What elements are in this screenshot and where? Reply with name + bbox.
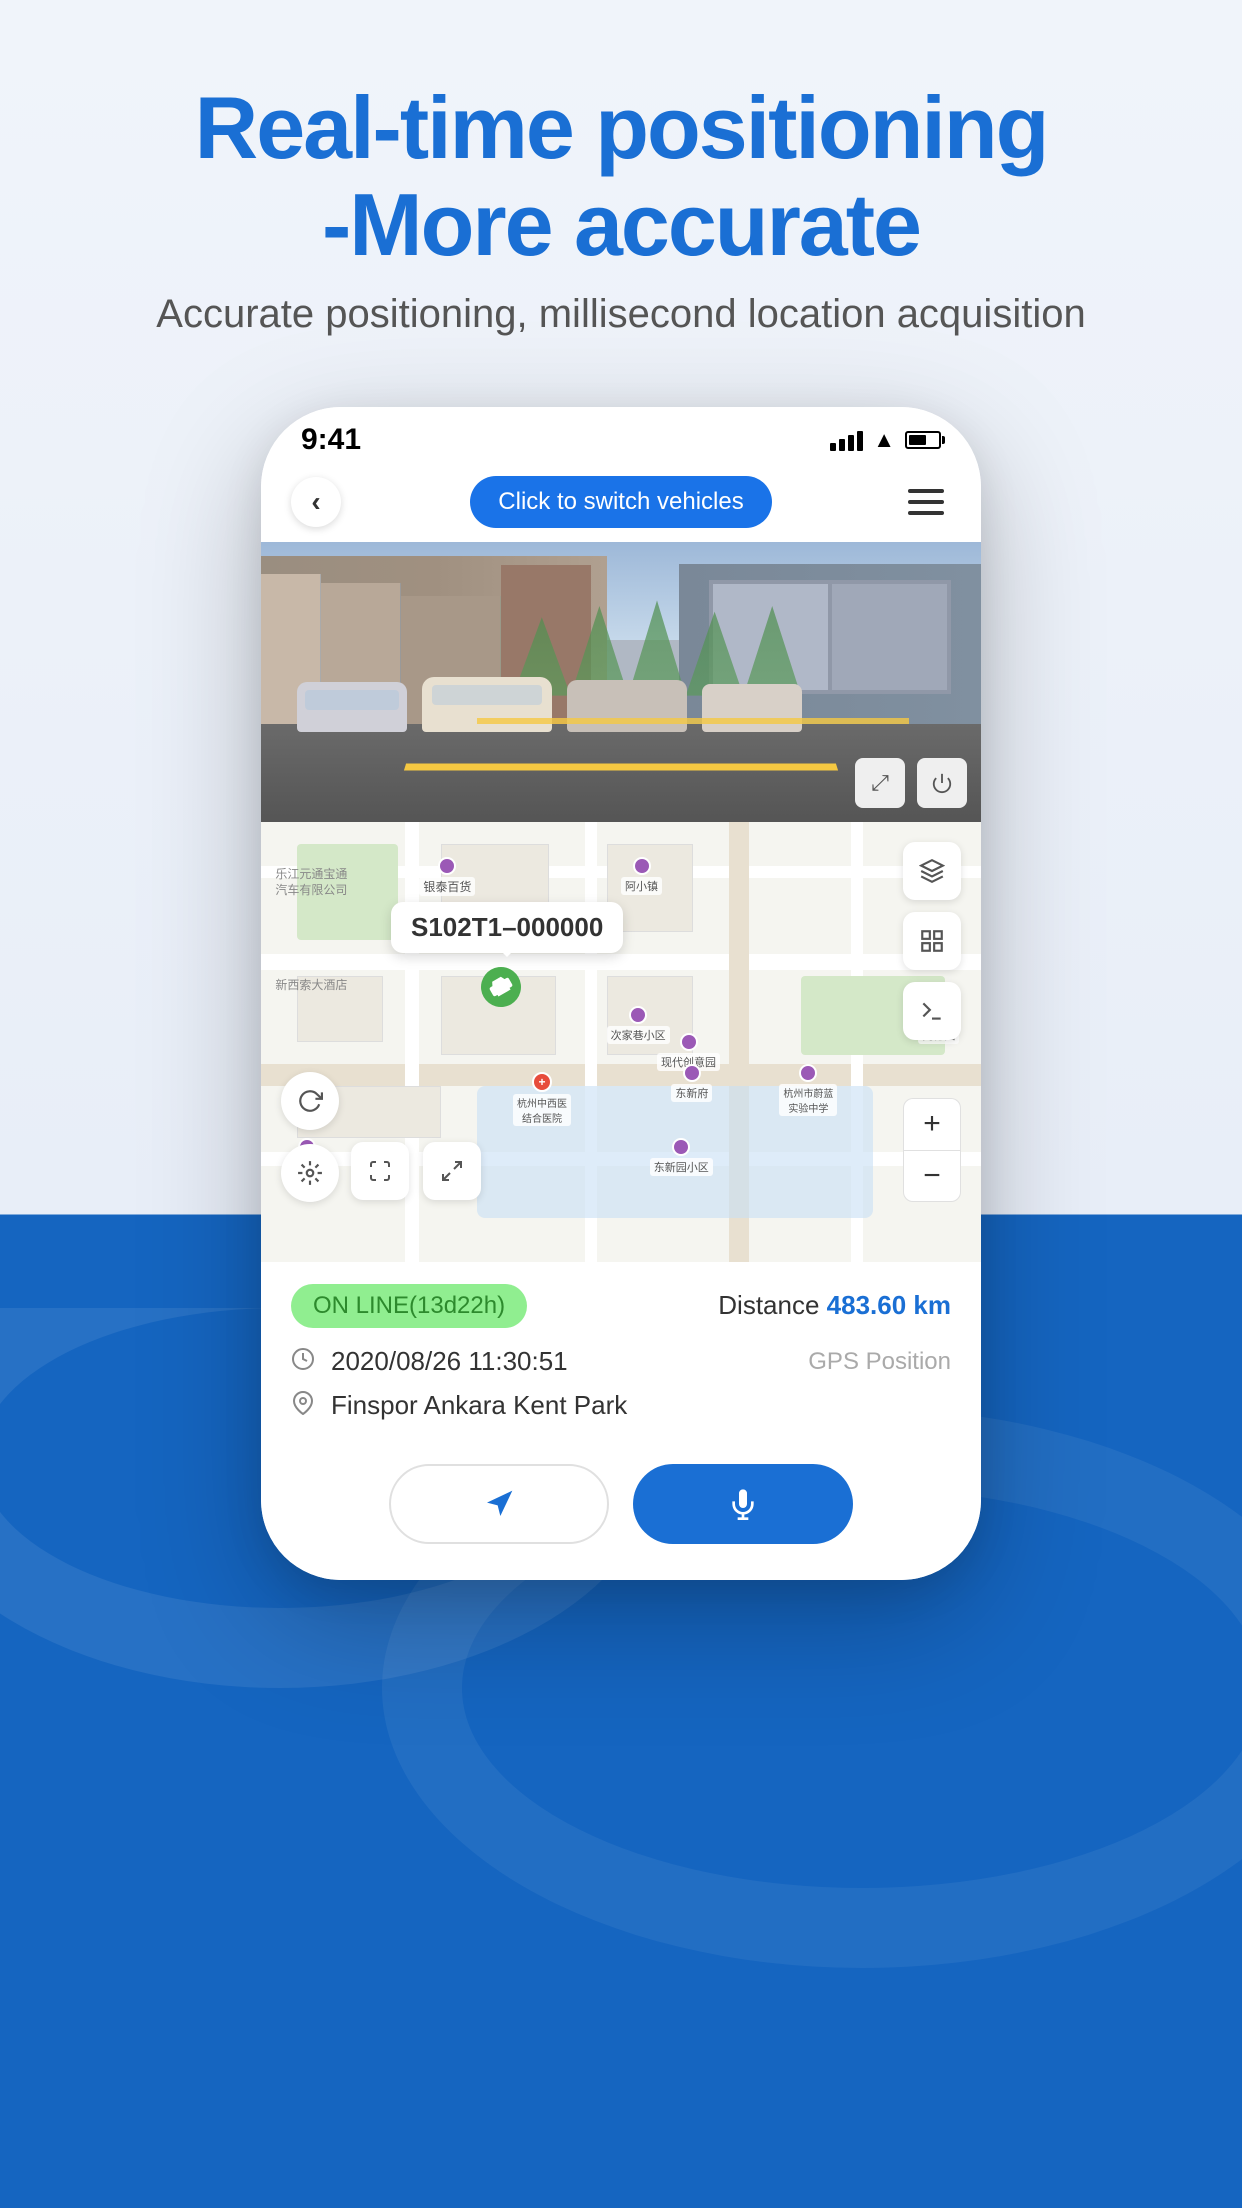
road-line [477,718,909,724]
locate-button[interactable] [281,1144,339,1202]
map-label-left2: 新西索大酒店 [275,976,347,993]
status-icons: ▲ [830,427,941,453]
street-view: ⤢ [261,542,981,822]
poi-marker-1: 银泰百货 [419,857,475,896]
location-name: Finspor Ankara Kent Park [331,1390,627,1421]
poi-marker-5: 东新府 [671,1064,712,1102]
refresh-button[interactable] [281,1072,339,1130]
zoom-controls: + − [903,1098,961,1202]
poi-marker-6: 杭州市蔚蓝实验中学 [779,1064,837,1116]
map-area[interactable]: 银泰百货 阿小镇 次家巷小区 现代创意园 + [261,822,981,1262]
poi-marker-9: 东新园小区 [650,1138,713,1176]
mic-button[interactable] [633,1464,853,1544]
page-wrapper: Real-time positioning -More accurate Acc… [0,0,1242,1580]
hero-title-line2: -More accurate [322,175,920,274]
battery-icon [905,431,941,449]
distance-value: 483.60 km [827,1290,951,1320]
expand-button[interactable]: ⤢ [855,758,905,808]
route-button[interactable] [903,912,961,970]
status-row: ON LINE(13d22h) Distance 483.60 km [291,1284,951,1328]
datetime-row: 2020/08/26 11:30:51 GPS Position [291,1346,951,1378]
power-button[interactable] [917,758,967,808]
switch-vehicles-button[interactable]: Click to switch vehicles [470,476,771,528]
signal-icon [830,429,863,451]
gps-position-label: GPS Position [808,1348,951,1376]
street-cars [297,677,802,732]
datetime-text: 2020/08/26 11:30:51 [331,1346,568,1377]
street-view-controls: ⤢ [855,758,967,808]
map-frame-controls [351,1142,481,1200]
distance-info: Distance 483.60 km [718,1290,951,1321]
nav-bar: ‹ Click to switch vehicles [261,462,981,542]
terminal-button[interactable] [903,982,961,1040]
location-icon [291,1390,315,1422]
hero-title-line1: Real-time positioning [195,78,1048,177]
menu-button[interactable] [901,477,951,527]
zoom-out-button[interactable]: − [903,1150,961,1202]
zoom-in-button[interactable]: + [903,1098,961,1150]
map-background: 银泰百货 阿小镇 次家巷小区 现代创意园 + [261,822,981,1262]
phone-frame: 9:41 ▲ ‹ [261,407,981,1580]
hero-subtitle: Accurate positioning, millisecond locati… [156,292,1085,337]
location-row: Finspor Ankara Kent Park [291,1390,951,1422]
back-button[interactable]: ‹ [291,477,341,527]
poi-marker-hospital: + 杭州中西医结合医院 [513,1072,571,1126]
status-bar: 9:41 ▲ [261,407,981,462]
layers-button[interactable] [903,842,961,900]
online-status-badge: ON LINE(13d22h) [291,1284,527,1328]
action-bar [261,1442,981,1580]
phone-mockup: 9:41 ▲ ‹ [261,407,981,1580]
map-left-controls [281,1072,339,1202]
clock-icon [291,1346,315,1378]
vehicle-callout: S102T1–000000 [391,902,623,953]
poi-marker-2: 阿小镇 [621,857,662,895]
crop-button[interactable] [423,1142,481,1200]
map-right-controls [903,842,961,1040]
status-time: 9:41 [301,423,361,457]
info-panel: ON LINE(13d22h) Distance 483.60 km [261,1262,981,1442]
navigate-button[interactable] [389,1464,609,1544]
hero-title: Real-time positioning -More accurate [156,80,1085,274]
wifi-icon: ▲ [873,427,895,453]
hero-section: Real-time positioning -More accurate Acc… [96,80,1145,337]
fullscreen-button[interactable] [351,1142,409,1200]
map-label-left: 乐江元通宝通 汽车有限公司 [275,866,347,900]
